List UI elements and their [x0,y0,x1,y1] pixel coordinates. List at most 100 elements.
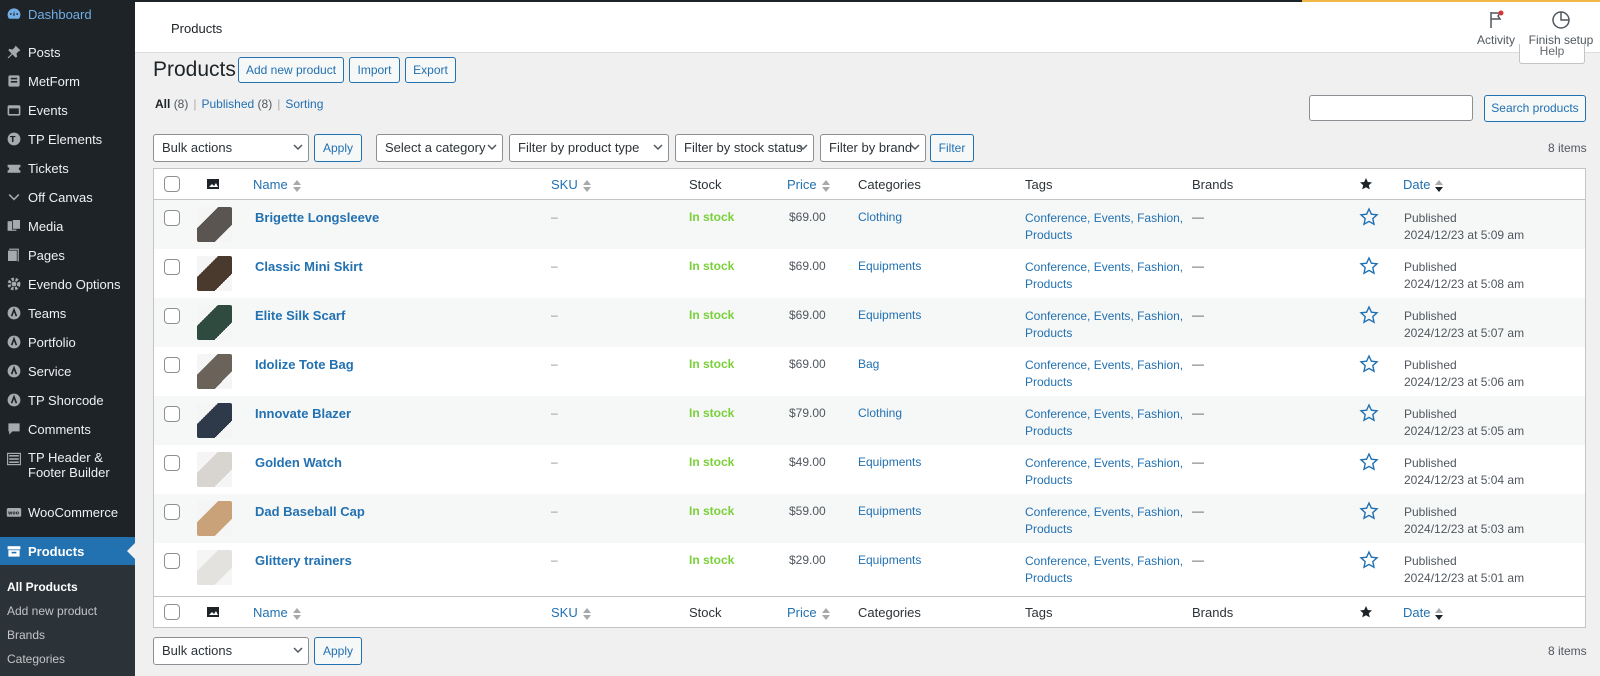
tag-link[interactable]: Conference, [1025,554,1090,568]
product-name-link[interactable]: Idolize Tote Bag [255,357,354,372]
product-name-link[interactable]: Innovate Blazer [255,406,351,421]
tag-link[interactable]: Conference, [1025,456,1090,470]
row-checkbox[interactable] [164,455,180,471]
row-checkbox[interactable] [164,210,180,226]
sidebar-item-service[interactable]: Service [0,357,135,385]
add-new-product-button[interactable]: Add new product [238,57,344,83]
submenu-brands[interactable]: Brands [7,628,45,642]
product-thumbnail[interactable] [197,501,232,536]
row-checkbox[interactable] [164,308,180,324]
row-checkbox[interactable] [164,553,180,569]
search-input[interactable] [1309,95,1473,121]
tag-link[interactable]: Events, [1094,505,1134,519]
sidebar-item-evendo-options[interactable]: Evendo Options [0,270,135,298]
category-filter-select[interactable]: Select a category [376,134,503,162]
tag-link[interactable]: Fashion, [1137,554,1183,568]
featured-star-icon[interactable] [1359,501,1379,521]
submenu-add-new-product[interactable]: Add new product [7,604,97,618]
sidebar-item-tickets[interactable]: Tickets [0,154,135,182]
tag-link[interactable]: Products [1025,228,1072,242]
column-price[interactable]: Price [787,597,831,628]
product-category-link[interactable]: Equipments [858,308,921,322]
column-date[interactable]: Date [1403,169,1444,200]
column-sku[interactable]: SKU [551,597,592,628]
sidebar-item-posts[interactable]: Posts [0,38,135,66]
tag-link[interactable]: Events, [1094,309,1134,323]
activity-button[interactable]: Activity [1461,9,1531,47]
tag-link[interactable]: Products [1025,326,1072,340]
product-name-link[interactable]: Elite Silk Scarf [255,308,345,323]
column-date[interactable]: Date [1403,597,1444,628]
tag-link[interactable]: Conference, [1025,211,1090,225]
sidebar-item-woocommerce[interactable]: woo WooCommerce [0,498,135,526]
tag-link[interactable]: Products [1025,424,1072,438]
tag-link[interactable]: Fashion, [1137,260,1183,274]
sidebar-item-portfolio[interactable]: Portfolio [0,328,135,356]
bulk-actions-select-bottom[interactable]: Bulk actions [153,637,309,665]
sidebar-item-tp-header-footer-builder[interactable]: TP Header & Footer Builder [0,444,135,486]
stock-status-filter-select[interactable]: Filter by stock status [675,134,814,162]
product-thumbnail[interactable] [197,305,232,340]
sidebar-item-off-canvas[interactable]: Off Canvas [0,183,135,211]
product-category-link[interactable]: Equipments [858,504,921,518]
sidebar-item-tp-elements[interactable]: T TP Elements [0,125,135,153]
product-category-link[interactable]: Bag [858,357,879,371]
sidebar-item-products[interactable]: Products [0,537,135,565]
product-thumbnail[interactable] [197,207,232,242]
apply-button[interactable]: Apply [314,134,362,162]
tag-link[interactable]: Products [1025,522,1072,536]
tag-link[interactable]: Conference, [1025,358,1090,372]
brand-filter-select[interactable]: Filter by brand [820,134,926,162]
column-price[interactable]: Price [787,169,831,200]
tag-link[interactable]: Events, [1094,456,1134,470]
filter-button[interactable]: Filter [930,134,974,162]
product-thumbnail[interactable] [197,354,232,389]
apply-button-bottom[interactable]: Apply [314,637,362,665]
featured-star-icon[interactable] [1359,256,1379,276]
tag-link[interactable]: Fashion, [1137,456,1183,470]
search-products-button[interactable]: Search products [1484,95,1586,122]
view-sorting[interactable]: Sorting [285,97,323,111]
tag-link[interactable]: Conference, [1025,407,1090,421]
tag-link[interactable]: Events, [1094,554,1134,568]
select-all-checkbox[interactable] [164,604,180,620]
product-thumbnail[interactable] [197,256,232,291]
featured-star-icon[interactable] [1359,207,1379,227]
view-published[interactable]: Published (8) [201,97,272,111]
row-checkbox[interactable] [164,259,180,275]
sidebar-item-pages[interactable]: Pages [0,241,135,269]
product-name-link[interactable]: Glittery trainers [255,553,352,568]
featured-star-icon[interactable] [1359,452,1379,472]
tag-link[interactable]: Fashion, [1137,505,1183,519]
row-checkbox[interactable] [164,357,180,373]
help-tab[interactable]: Help [1519,44,1585,64]
tag-link[interactable]: Fashion, [1137,407,1183,421]
sidebar-item-events[interactable]: Events [0,96,135,124]
tag-link[interactable]: Events, [1094,407,1134,421]
tag-link[interactable]: Events, [1094,358,1134,372]
row-checkbox[interactable] [164,504,180,520]
sidebar-item-teams[interactable]: Teams [0,299,135,327]
sidebar-item-metform[interactable]: MetForm [0,67,135,95]
product-category-link[interactable]: Clothing [858,406,902,420]
import-button[interactable]: Import [349,57,400,83]
tag-link[interactable]: Events, [1094,211,1134,225]
export-button[interactable]: Export [405,57,456,83]
column-name[interactable]: Name [253,597,302,628]
tag-link[interactable]: Conference, [1025,260,1090,274]
tag-link[interactable]: Products [1025,375,1072,389]
submenu-categories[interactable]: Categories [7,652,65,666]
tag-link[interactable]: Products [1025,277,1072,291]
product-thumbnail[interactable] [197,452,232,487]
sidebar-item-dashboard[interactable]: Dashboard [0,0,135,28]
sidebar-item-comments[interactable]: Comments [0,415,135,443]
featured-star-icon[interactable] [1359,354,1379,374]
column-name[interactable]: Name [253,169,302,200]
product-category-link[interactable]: Equipments [858,455,921,469]
featured-star-icon[interactable] [1359,305,1379,325]
tag-link[interactable]: Conference, [1025,505,1090,519]
product-name-link[interactable]: Classic Mini Skirt [255,259,363,274]
select-all-checkbox[interactable] [164,176,180,192]
featured-star-icon[interactable] [1359,550,1379,570]
tag-link[interactable]: Products [1025,473,1072,487]
